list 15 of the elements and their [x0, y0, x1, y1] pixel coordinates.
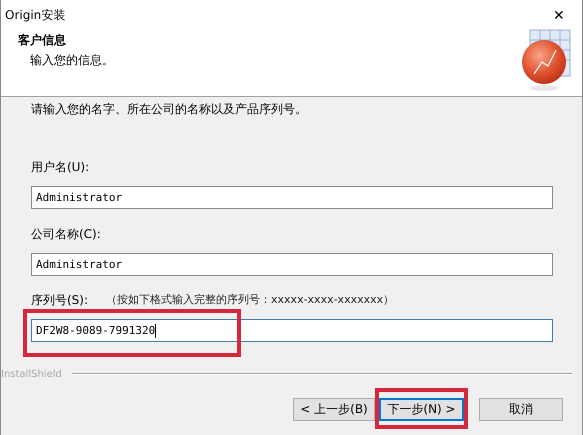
input-field[interactable]: DF2W8-9089-7991320 — [31, 319, 553, 342]
window-title: Origin安装 — [5, 6, 66, 24]
back-button[interactable]: < 上一步(B) — [293, 398, 375, 421]
brand-label: InstallShield — [1, 368, 62, 380]
field-label: 用户名(U): — [31, 159, 90, 175]
input-field[interactable]: Administrator — [31, 186, 553, 209]
cancel-button[interactable]: 取消 — [479, 398, 563, 421]
instruction-text: 请输入您的名字、所在公司的名称以及产品序列号。 — [31, 101, 308, 117]
page-subtitle: 输入您的信息。 — [30, 52, 114, 68]
format-hint: （按如下格式输入完整的序列号：xxxxx-xxxx-xxxxxxx） — [106, 292, 394, 308]
input-field[interactable]: Administrator — [31, 253, 553, 276]
page-title: 客户信息 — [18, 32, 67, 48]
next-button[interactable]: 下一步(N) > — [379, 398, 464, 421]
field-label: 序列号(S): — [31, 292, 88, 308]
field-label: 公司名称(C): — [31, 226, 101, 242]
